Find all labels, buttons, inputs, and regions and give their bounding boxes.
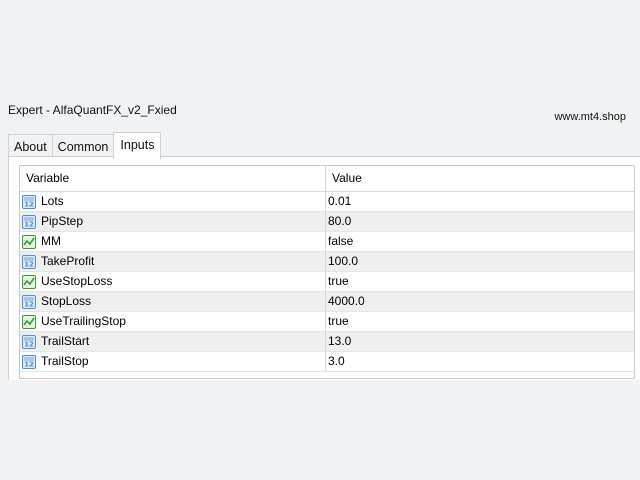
- table-row[interactable]: 12 StopLoss 4000.0: [20, 292, 634, 312]
- table-row[interactable]: 12 PipStep 80.0: [20, 212, 634, 232]
- tab-inputs[interactable]: Inputs: [113, 132, 162, 159]
- numeric-param-icon: 12: [22, 214, 36, 229]
- table-row[interactable]: MM false: [20, 232, 634, 252]
- variable-name: PipStep: [41, 214, 84, 228]
- svg-text:12: 12: [24, 300, 34, 308]
- numeric-param-icon: 12: [22, 194, 36, 209]
- table-row[interactable]: 12 TrailStop 3.0: [20, 352, 634, 372]
- column-header-variable[interactable]: Variable: [20, 166, 326, 191]
- numeric-param-icon: 12: [22, 254, 36, 269]
- svg-text:12: 12: [24, 340, 34, 348]
- variable-cell: MM: [20, 232, 326, 251]
- variable-name: StopLoss: [41, 294, 92, 308]
- boolean-param-icon: [22, 274, 36, 289]
- svg-text:12: 12: [24, 360, 34, 368]
- table-row[interactable]: UseStopLoss true: [20, 272, 634, 292]
- variable-cell: 12 StopLoss: [20, 292, 326, 311]
- variable-cell: 12 TrailStop: [20, 352, 326, 371]
- variable-cell: 12 PipStep: [20, 212, 326, 231]
- variable-cell: 12 Lots: [20, 192, 326, 211]
- table-row[interactable]: 12 TrailStart 13.0: [20, 332, 634, 352]
- variable-cell: UseTrailingStop: [20, 312, 326, 331]
- value-cell[interactable]: 13.0: [326, 332, 634, 351]
- value-cell[interactable]: 4000.0: [326, 292, 634, 311]
- variable-cell: 12 TrailStart: [20, 332, 326, 351]
- variable-cell: UseStopLoss: [20, 272, 326, 291]
- variable-name: TrailStop: [41, 354, 89, 368]
- tab-common[interactable]: Common: [51, 134, 115, 158]
- value-cell[interactable]: 0.01: [326, 192, 634, 211]
- table-header: Variable Value: [20, 166, 634, 192]
- value-cell[interactable]: 80.0: [326, 212, 634, 231]
- value-cell[interactable]: true: [326, 272, 634, 291]
- variable-name: Lots: [41, 194, 64, 208]
- tab-about[interactable]: About: [8, 134, 53, 158]
- variable-cell: 12 TakeProfit: [20, 252, 326, 271]
- numeric-param-icon: 12: [22, 354, 36, 369]
- svg-text:12: 12: [24, 220, 34, 228]
- value-cell[interactable]: true: [326, 312, 634, 331]
- table-row[interactable]: 12 Lots 0.01: [20, 192, 634, 212]
- variable-name: MM: [41, 234, 61, 248]
- expert-properties-window: Expert - AlfaQuantFX_v2_Fxied www.mt4.sh…: [0, 0, 640, 480]
- svg-text:12: 12: [24, 200, 34, 208]
- watermark-text: www.mt4.shop: [554, 111, 626, 123]
- numeric-param-icon: 12: [22, 294, 36, 309]
- table-row[interactable]: 12 TakeProfit 100.0: [20, 252, 634, 272]
- boolean-param-icon: [22, 314, 36, 329]
- value-cell[interactable]: 100.0: [326, 252, 634, 271]
- variable-name: TakeProfit: [41, 254, 95, 268]
- value-cell[interactable]: false: [326, 232, 634, 251]
- column-header-value[interactable]: Value: [326, 166, 634, 191]
- boolean-param-icon: [22, 234, 36, 249]
- value-cell[interactable]: 3.0: [326, 352, 634, 371]
- variable-name: UseTrailingStop: [41, 314, 126, 328]
- table-body: 12 Lots 0.01 12 PipStep 80.0 MM false 12 TakeProf…: [20, 192, 634, 372]
- inputs-panel: Variable Value 12 Lots 0.01 12 PipStep 80.0 MM…: [8, 156, 640, 380]
- svg-text:12: 12: [24, 260, 34, 268]
- table-row[interactable]: UseTrailingStop true: [20, 312, 634, 332]
- variable-name: UseStopLoss: [41, 274, 113, 288]
- window-title: Expert - AlfaQuantFX_v2_Fxied: [8, 103, 177, 117]
- inputs-table: Variable Value 12 Lots 0.01 12 PipStep 80.0 MM…: [19, 165, 635, 379]
- variable-name: TrailStart: [41, 334, 90, 348]
- numeric-param-icon: 12: [22, 334, 36, 349]
- tab-bar: About Common Inputs: [8, 132, 162, 159]
